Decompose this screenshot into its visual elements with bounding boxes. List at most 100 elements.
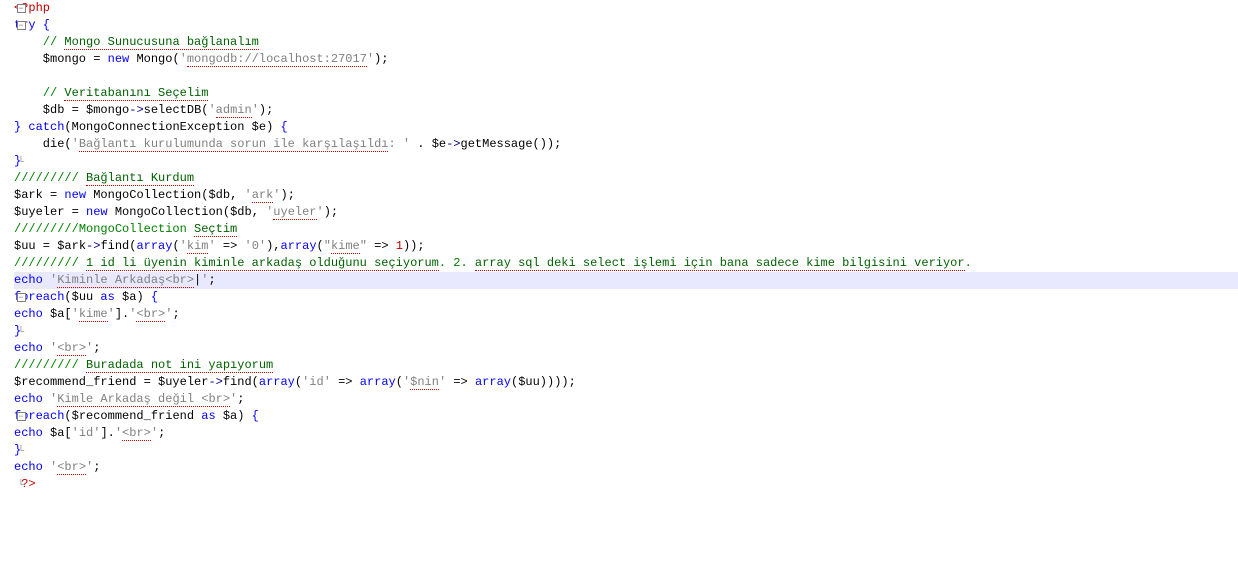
op: = <box>43 188 65 202</box>
code-line[interactable]: echo '<br>'; <box>14 459 1238 476</box>
quote: ' <box>108 307 115 321</box>
code-line[interactable]: die('Bağlantı kurulumunda sorun ile karş… <box>14 136 1238 153</box>
string: mongodb://localhost:27017 <box>187 52 367 67</box>
code-line[interactable]: $mongo = new Mongo('mongodb://localhost:… <box>14 51 1238 68</box>
fn: selectDB <box>144 103 202 117</box>
keyword: array <box>259 375 295 389</box>
keyword-as: as <box>194 409 223 423</box>
quote: ' <box>252 103 259 117</box>
paren: ( <box>64 120 71 134</box>
code-line[interactable]: ///////// Bağlantı Kurdum <box>14 170 1238 187</box>
code-line[interactable]: └} <box>14 442 1238 459</box>
code-line[interactable]: echo $a['kime'].'<br>'; <box>14 306 1238 323</box>
string: ark <box>252 188 274 203</box>
end: ; <box>208 273 215 287</box>
keyword-echo: echo <box>14 426 43 440</box>
end: ; <box>93 460 100 474</box>
code-line[interactable]: └ ?> <box>14 476 1238 493</box>
code-line[interactable]: −foreach($recommend_friend as $a) { <box>14 408 1238 425</box>
code-line[interactable]: echo 'Kimle Arkadaş değil <br>'; <box>14 391 1238 408</box>
code-line[interactable]: // Mongo Sunucusuna bağlanalım <box>14 34 1238 51</box>
string: kime <box>331 239 360 254</box>
comment-text: Veritabanını Seçelim <box>64 86 208 101</box>
fold-icon[interactable]: − <box>14 289 28 306</box>
op: = <box>136 375 158 389</box>
bracket: [ <box>64 307 71 321</box>
fold-end-icon: └ <box>14 323 28 340</box>
op: = <box>64 205 86 219</box>
code-line-active[interactable]: echo 'Kiminle Arkadaş<br>|'; <box>14 272 1238 289</box>
comment-marker: ///////// <box>14 222 79 236</box>
string: uyeler <box>273 205 316 220</box>
end: ; <box>172 307 179 321</box>
end: ; <box>93 341 100 355</box>
var: $a <box>122 290 136 304</box>
fold-icon[interactable]: − <box>14 0 28 17</box>
space <box>43 341 50 355</box>
code-line[interactable]: } catch(MongoConnectionException $e) { <box>14 119 1238 136</box>
code-line[interactable]: // Veritabanını Seçelim <box>14 85 1238 102</box>
var: $db <box>14 103 64 117</box>
code-line[interactable]: └} <box>14 323 1238 340</box>
bracket: [ <box>64 426 71 440</box>
code-line[interactable]: −<?php <box>14 0 1238 17</box>
code-line[interactable] <box>14 68 1238 85</box>
quote: ' <box>273 188 280 202</box>
code-line[interactable]: echo $a['id'].'<br>'; <box>14 425 1238 442</box>
paren: ) <box>136 290 143 304</box>
space <box>108 205 115 219</box>
code-line[interactable]: −foreach($uu as $a) { <box>14 289 1238 306</box>
arrow: => <box>446 375 475 389</box>
quote: ' <box>72 426 79 440</box>
code-line[interactable]: $recommend_friend = $uyeler->find(array(… <box>14 374 1238 391</box>
comma: , <box>230 188 244 202</box>
var: $uu <box>518 375 540 389</box>
code-line[interactable]: $ark = new MongoCollection($db, 'ark'); <box>14 187 1238 204</box>
quote: ' <box>324 375 331 389</box>
paren: ( <box>252 375 259 389</box>
op: = <box>86 52 108 66</box>
var: $uyeler <box>14 205 64 219</box>
var: $db <box>208 188 230 202</box>
code-line[interactable]: ///////// 1 id li üyenin kiminle arkadaş… <box>14 255 1238 272</box>
string: <br> <box>57 460 86 475</box>
comment-text: . <box>965 256 972 270</box>
comma: , <box>252 205 266 219</box>
comment-text: Bağlantı Kurdum <box>86 171 194 186</box>
var: $a <box>50 426 64 440</box>
code-line[interactable]: ///////// Buradada not ini yapıyorum <box>14 357 1238 374</box>
fold-end-icon: └ <box>14 153 28 170</box>
quote: ' <box>72 137 79 151</box>
code-line[interactable]: echo '<br>'; <box>14 340 1238 357</box>
quote: " <box>324 239 331 253</box>
var: $a <box>50 307 64 321</box>
code-line[interactable]: $uyeler = new MongoCollection($db, 'uyel… <box>14 204 1238 221</box>
var: $uu <box>14 239 36 253</box>
space <box>43 392 50 406</box>
fold-icon[interactable]: − <box>14 408 28 425</box>
paren: ( <box>396 375 403 389</box>
quote: ' <box>72 307 79 321</box>
code-line[interactable]: $db = $mongo->selectDB('admin'); <box>14 102 1238 119</box>
paren: ( <box>64 290 71 304</box>
comment-text: Buradada not ini yapıyorum <box>86 358 273 373</box>
code-line[interactable]: /////////MongoCollection Seçtim <box>14 221 1238 238</box>
keyword-catch: catch <box>28 120 64 134</box>
arrow: -> <box>86 239 100 253</box>
quote: ' <box>208 239 215 253</box>
code-line[interactable]: └} <box>14 153 1238 170</box>
string: 0 <box>252 239 259 253</box>
fold-icon[interactable]: − <box>14 17 28 34</box>
fn: find <box>223 375 252 389</box>
code-line[interactable]: −try { <box>14 17 1238 34</box>
code-line[interactable]: $uu = $ark->find(array('kim' => '0'),arr… <box>14 238 1238 255</box>
paren: ( <box>172 52 179 66</box>
bracket: ] <box>100 426 107 440</box>
var: $recommend_friend <box>72 409 194 423</box>
brace: { <box>144 290 158 304</box>
string: Kiminle Arkadaş<br> <box>57 273 194 288</box>
quote: ' <box>180 239 187 253</box>
code-editor[interactable]: −<?php −try { // Mongo Sunucusuna bağlan… <box>0 0 1238 493</box>
paren: ), <box>266 239 280 253</box>
var: $e <box>252 120 266 134</box>
